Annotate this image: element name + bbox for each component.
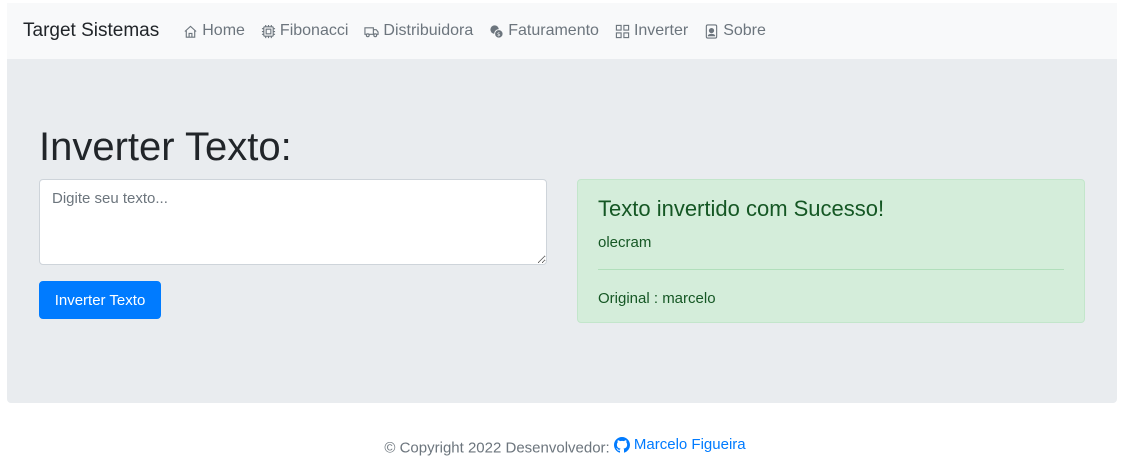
inverted-text: olecram xyxy=(598,234,652,252)
person-badge-icon xyxy=(705,23,718,39)
nav-item-label: Distribuidora xyxy=(383,22,474,39)
text-input[interactable] xyxy=(39,179,547,265)
nav-item-sobre[interactable]: Sobre xyxy=(704,22,766,40)
original-text: Original : marcelo xyxy=(598,290,716,308)
navbar: Target Sistemas Home Fibonacci Distribui… xyxy=(7,3,1117,59)
footer: © Copyright 2022 Desenvolvedor: Marcelo … xyxy=(0,436,1130,457)
developer-link[interactable]: Marcelo Figueira xyxy=(613,436,746,453)
nav-item-home[interactable]: Home xyxy=(183,22,245,40)
page-title: Inverter Texto: xyxy=(39,125,292,169)
github-icon xyxy=(613,436,630,453)
jumbotron: Inverter Texto: Inverter Texto Texto inv… xyxy=(7,59,1117,403)
developer-link-label: Marcelo Figueira xyxy=(633,436,746,453)
grid-icon xyxy=(615,24,630,38)
nav-item-distribuidora[interactable]: Distribuidora xyxy=(364,22,473,40)
nav-item-inverter[interactable]: Inverter xyxy=(615,22,688,40)
copyright-text: © Copyright 2022 Desenvolvedor: xyxy=(384,439,610,457)
success-alert: Texto invertido com Sucesso! olecram Ori… xyxy=(577,179,1085,323)
nav-item-label: Home xyxy=(202,22,245,39)
nav-item-label: Sobre xyxy=(723,22,766,39)
cpu-icon xyxy=(261,24,275,38)
svg-text:$: $ xyxy=(497,32,501,38)
nav-item-faturamento[interactable]: $ Faturamento xyxy=(489,22,599,40)
house-icon xyxy=(184,25,197,38)
nav-item-label: Fibonacci xyxy=(279,22,349,39)
invert-text-button[interactable]: Inverter Texto xyxy=(39,281,161,319)
nav-item-fibonacci[interactable]: Fibonacci xyxy=(261,22,348,40)
alert-heading: Texto invertido com Sucesso! xyxy=(598,196,885,221)
coins-icon: $ xyxy=(490,24,504,39)
truck-icon xyxy=(364,26,380,37)
alert-divider xyxy=(598,269,1064,271)
nav-item-label: Inverter xyxy=(633,22,689,39)
nav-item-label: Faturamento xyxy=(508,22,599,39)
navbar-brand[interactable]: Target Sistemas xyxy=(23,20,159,42)
